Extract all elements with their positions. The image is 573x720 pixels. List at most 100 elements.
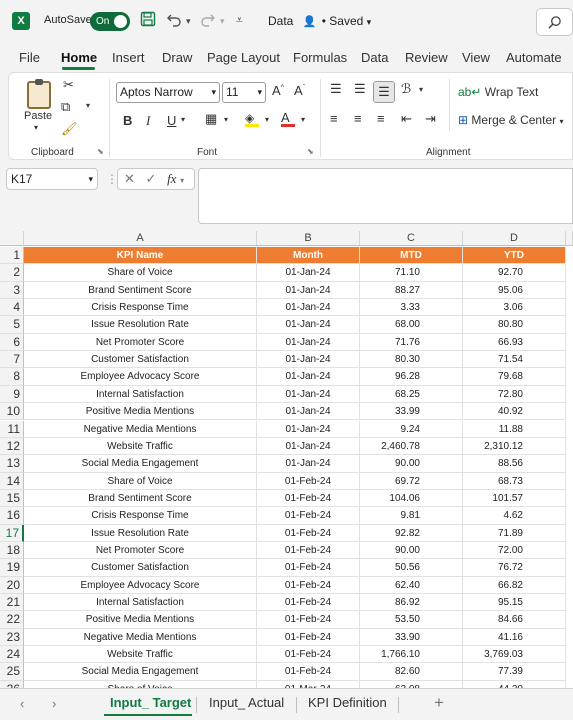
table-cell[interactable]: Positive Media Mentions <box>24 403 257 421</box>
align-left-icon[interactable]: ≡ <box>330 111 338 126</box>
table-cell[interactable]: 77.39 <box>463 663 566 681</box>
font-color-dropdown-icon[interactable]: ▾ <box>301 115 305 124</box>
table-cell[interactable]: 01-Feb-24 <box>257 559 360 577</box>
table-cell[interactable]: 71.76 <box>360 333 463 352</box>
table-cell[interactable]: 01-Feb-24 <box>257 507 360 525</box>
table-cell[interactable]: 01-Feb-24 <box>257 611 360 629</box>
align-right-icon[interactable]: ≡ <box>377 111 385 126</box>
table-cell[interactable]: 72.00 <box>463 541 566 560</box>
table-cell[interactable]: Issue Resolution Rate <box>24 316 257 334</box>
table-cell[interactable]: 86.92 <box>360 594 463 612</box>
row-header[interactable]: 24 <box>0 646 24 664</box>
column-header-d[interactable]: D <box>463 231 566 246</box>
name-box[interactable]: K17 ▾ <box>6 168 98 190</box>
table-cell[interactable]: 01-Jan-24 <box>257 420 360 438</box>
increase-indent-icon[interactable]: ⇥ <box>425 111 436 127</box>
table-cell[interactable]: 01-Feb-24 <box>257 663 360 681</box>
decrease-indent-icon[interactable]: ⇤ <box>401 111 412 127</box>
table-cell[interactable]: Crisis Response Time <box>24 507 257 525</box>
table-cell[interactable]: Share of Voice <box>24 472 257 490</box>
table-cell[interactable]: 01-Feb-24 <box>257 576 360 594</box>
table-cell[interactable]: 01-Feb-24 <box>257 628 360 647</box>
table-cell[interactable]: Employee Advocacy Score <box>24 368 257 386</box>
previous-sheet-icon[interactable]: ‹ <box>20 696 24 711</box>
bold-button[interactable]: B <box>123 113 132 128</box>
align-top-icon[interactable]: ☰ <box>330 81 342 97</box>
table-cell[interactable]: 1,766.10 <box>360 646 463 664</box>
table-cell[interactable]: 69.72 <box>360 472 463 490</box>
tab-input-actual[interactable]: Input_ Actual <box>209 695 284 710</box>
row-header[interactable]: 1 <box>0 247 24 265</box>
row-header[interactable]: 17 <box>0 524 24 542</box>
row-header[interactable]: 9 <box>0 385 24 404</box>
row-header[interactable]: 2 <box>0 264 24 282</box>
menu-insert[interactable]: Insert <box>112 50 145 65</box>
borders-icon[interactable]: ▦ <box>205 111 217 127</box>
table-header-cell[interactable]: MTD <box>360 247 463 265</box>
autosave-toggle[interactable]: On <box>90 12 130 31</box>
table-cell[interactable]: 95.06 <box>463 281 566 300</box>
table-cell[interactable]: Crisis Response Time <box>24 299 257 317</box>
table-cell[interactable]: 01-Jan-24 <box>257 437 360 456</box>
table-cell[interactable]: 01-Jan-24 <box>257 385 360 404</box>
tab-kpi-definition[interactable]: KPI Definition <box>308 695 387 710</box>
row-header[interactable]: 7 <box>0 351 24 369</box>
table-cell[interactable]: 3.33 <box>360 299 463 317</box>
row-header[interactable]: 13 <box>0 455 24 473</box>
row-header[interactable]: 16 <box>0 507 24 525</box>
table-cell[interactable]: Employee Advocacy Score <box>24 576 257 594</box>
table-cell[interactable]: 62.40 <box>360 576 463 594</box>
next-sheet-icon[interactable]: › <box>52 696 56 711</box>
table-cell[interactable]: 92.82 <box>360 524 463 542</box>
clipboard-launcher-icon[interactable]: ⬊ <box>97 147 104 156</box>
column-header-c[interactable]: C <box>360 231 463 246</box>
table-header-cell[interactable]: KPI Name <box>24 247 257 265</box>
cancel-icon[interactable]: ✕ <box>124 171 135 186</box>
wrap-text-button[interactable]: ab↵ Wrap Text <box>458 85 538 99</box>
decrease-font-size-icon[interactable]: Aˇ <box>294 83 305 98</box>
row-header[interactable]: 5 <box>0 316 24 334</box>
align-center-icon[interactable]: ≡ <box>354 111 362 126</box>
table-cell[interactable]: 92.70 <box>463 264 566 282</box>
table-cell[interactable]: 33.90 <box>360 628 463 647</box>
row-header[interactable]: 3 <box>0 281 24 300</box>
table-cell[interactable]: Share of Voice <box>24 264 257 282</box>
table-cell[interactable]: 01-Jan-24 <box>257 351 360 369</box>
table-cell[interactable]: Social Media Engagement <box>24 455 257 473</box>
table-cell[interactable]: 01-Jan-24 <box>257 281 360 300</box>
row-header[interactable]: 25 <box>0 663 24 681</box>
table-cell[interactable]: 62.08 <box>360 680 463 688</box>
row-header[interactable]: 4 <box>0 299 24 317</box>
row-header[interactable]: 15 <box>0 489 24 508</box>
document-name[interactable]: Data 👤 • Saved ▾ <box>268 14 371 28</box>
undo-icon[interactable] <box>166 11 182 31</box>
menu-view[interactable]: View <box>462 50 490 65</box>
table-cell[interactable]: 104.06 <box>360 489 463 508</box>
fill-dropdown-icon[interactable]: ▾ <box>265 115 269 124</box>
table-cell[interactable]: 90.00 <box>360 455 463 473</box>
table-cell[interactable]: 9.81 <box>360 507 463 525</box>
table-cell[interactable]: 84.66 <box>463 611 566 629</box>
underline-dropdown-icon[interactable]: ▾ <box>181 115 185 124</box>
table-cell[interactable]: 2,310.12 <box>463 437 566 456</box>
table-cell[interactable]: 01-Feb-24 <box>257 472 360 490</box>
table-cell[interactable]: Customer Satisfaction <box>24 351 257 369</box>
table-cell[interactable]: 101.57 <box>463 489 566 508</box>
orientation-dropdown-icon[interactable]: ▾ <box>419 85 423 94</box>
font-name-select[interactable]: Aptos Narrow ▾ <box>116 82 220 103</box>
paste-dropdown-icon[interactable]: ▾ <box>34 123 38 132</box>
menu-home[interactable]: Home <box>61 50 97 65</box>
table-cell[interactable]: Website Traffic <box>24 437 257 456</box>
table-header-cell[interactable]: YTD <box>463 247 566 265</box>
row-header[interactable]: 22 <box>0 611 24 629</box>
row-header[interactable]: 23 <box>0 628 24 647</box>
column-header-e[interactable] <box>566 231 573 246</box>
table-cell[interactable]: 71.54 <box>463 351 566 369</box>
table-cell[interactable]: 88.56 <box>463 455 566 473</box>
table-cell[interactable]: Net Promoter Score <box>24 333 257 352</box>
table-cell[interactable]: 41.16 <box>463 628 566 647</box>
column-header-a[interactable]: A <box>24 231 257 246</box>
table-cell[interactable]: 80.30 <box>360 351 463 369</box>
enter-icon[interactable]: ✓ <box>146 171 157 186</box>
menu-file[interactable]: File <box>19 50 40 65</box>
